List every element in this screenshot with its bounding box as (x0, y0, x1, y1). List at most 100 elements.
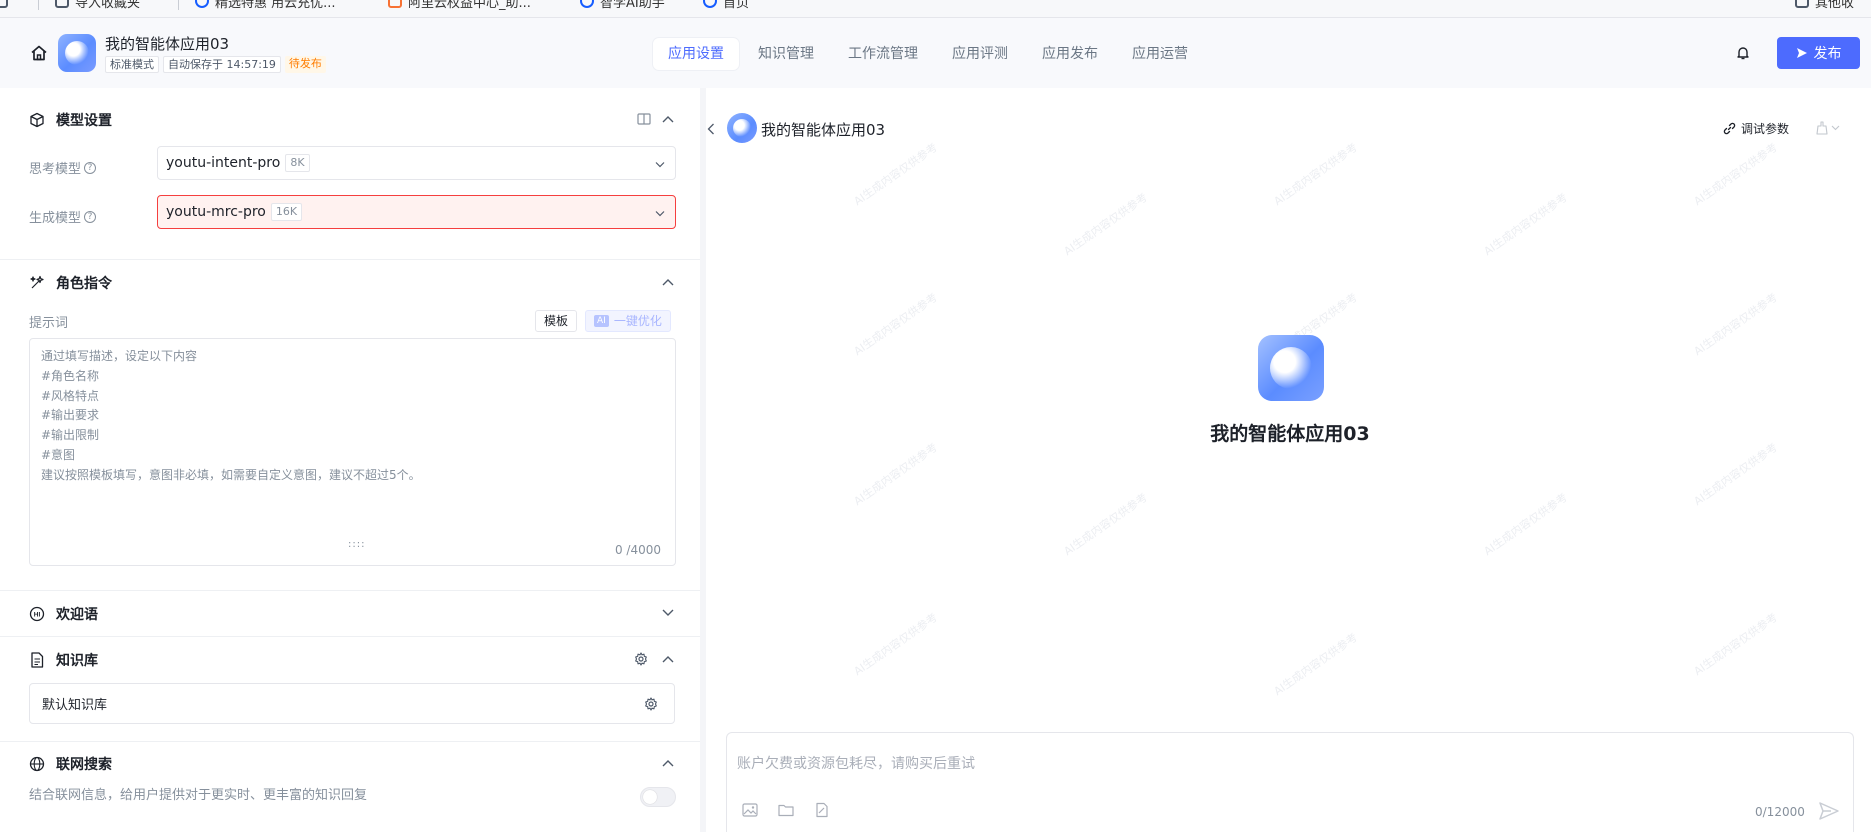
collapse-web-search[interactable] (660, 755, 676, 771)
home-icon (31, 45, 47, 61)
context-badge: 16K (270, 203, 303, 221)
input-char-counter: 0/12000 (1755, 805, 1805, 819)
divider (0, 741, 700, 742)
tab-app-publish[interactable]: 应用发布 (1027, 38, 1113, 70)
logo-swirl-icon (1270, 347, 1312, 389)
resize-handle-icon[interactable]: :::: (348, 539, 365, 550)
logo-swirl-icon (65, 41, 89, 65)
bookmarks-bar: 导入收藏夹 精选特惠 用云充优... 阿里云权益中心_助... 智学AI助手 首… (0, 0, 1871, 18)
other-bookmarks[interactable]: 其他收 (1795, 0, 1854, 11)
chevron-up-icon (662, 656, 674, 663)
aliyun-icon (388, 0, 402, 8)
doc-parse-button[interactable] (813, 802, 831, 818)
chevron-up-icon (662, 116, 674, 123)
broom-icon (1816, 121, 1828, 135)
context-badge: 8K (285, 154, 310, 172)
gear-icon (635, 652, 647, 666)
knowledge-settings-button[interactable] (633, 651, 649, 667)
gear-icon[interactable] (644, 697, 658, 715)
gen-model-select[interactable]: youtu-mrc-pro 16K (157, 195, 676, 229)
menu-icon (0, 0, 8, 8)
section-model-settings: 模型设置 (28, 110, 112, 130)
notification-button[interactable] (1734, 44, 1752, 62)
chevron-up-icon (662, 760, 674, 767)
divider (0, 590, 700, 591)
section-welcome[interactable]: HI 欢迎语 (28, 604, 98, 624)
think-model-select[interactable]: youtu-intent-pro 8K (157, 146, 676, 180)
globe-icon (28, 755, 46, 773)
status-tags: 标准模式 自动保存于 14:57:19 待发布 (105, 56, 326, 73)
section-web-search: 联网搜索 (28, 754, 112, 774)
ai-optimize-button[interactable]: AI 一键优化 (585, 310, 671, 332)
agent-name-heading: 我的智能体应用03 (1210, 423, 1370, 445)
chat-input[interactable]: 账户欠费或资源包耗尽，请购买后重试 0/12000 (726, 732, 1854, 832)
watermark: AI生成内容仅供参考 (1691, 610, 1780, 679)
prompt-textarea[interactable]: 通过填写描述，设定以下内容 #角色名称 #风格特点 #输出要求 #输出限制 #意… (29, 338, 676, 566)
bell-icon (1737, 47, 1749, 60)
tab-app-evaluation[interactable]: 应用评测 (937, 38, 1023, 70)
cloud-icon (195, 0, 209, 8)
divider (0, 636, 700, 637)
template-button[interactable]: 模板 (535, 310, 578, 332)
divider (0, 259, 700, 260)
bookmark-menu[interactable] (0, 0, 8, 10)
folder-icon (778, 804, 794, 817)
collapse-model-settings[interactable] (660, 111, 676, 127)
image-upload-button[interactable] (741, 802, 759, 818)
knowledge-base-item[interactable]: 默认知识库 (29, 683, 675, 724)
app-name: 我的智能体应用03 (105, 35, 230, 53)
web-search-toggle[interactable] (640, 787, 676, 807)
bookmark-item[interactable]: 智学AI助手 (580, 0, 665, 11)
prompt-placeholder: 通过填写描述，设定以下内容 #角色名称 #风格特点 #输出要求 #输出限制 #意… (41, 349, 421, 482)
clear-chat-button[interactable] (1816, 121, 1840, 135)
help-icon[interactable]: ? (84, 161, 97, 174)
document-icon (28, 651, 46, 669)
divider (38, 0, 39, 10)
tab-app-settings[interactable]: 应用设置 (653, 38, 739, 70)
file-upload-button[interactable] (777, 802, 795, 818)
help-icon[interactable]: ? (84, 210, 97, 223)
watermark: AI生成内容仅供参考 (1481, 190, 1570, 259)
tab-knowledge-management[interactable]: 知识管理 (743, 38, 829, 70)
chat-preview-panel: AI生成内容仅供参考 AI生成内容仅供参考 AI生成内容仅供参考 AI生成内容仅… (706, 96, 1871, 832)
main-nav: 应用设置 知识管理 工作流管理 应用评测 应用发布 应用运营 (653, 38, 1203, 70)
watermark: AI生成内容仅供参考 (1691, 140, 1780, 209)
tab-app-operation[interactable]: 应用运营 (1117, 38, 1203, 70)
image-icon (742, 803, 758, 817)
ai-icon: AI (594, 315, 609, 327)
bookmark-item[interactable]: 精选特惠 用云充优... (195, 0, 336, 11)
bookmark-item[interactable]: 导入收藏夹 (55, 0, 140, 11)
chevron-down-icon (655, 206, 665, 221)
tab-workflow-management[interactable]: 工作流管理 (833, 38, 933, 70)
layout-toggle-button[interactable] (636, 111, 652, 127)
watermark: AI生成内容仅供参考 (1061, 190, 1150, 259)
home-button[interactable] (28, 42, 50, 64)
chevron-left-icon (707, 123, 714, 135)
status-badge: 待发布 (284, 56, 326, 73)
agent-logo-large (1258, 335, 1324, 401)
char-counter: 0 /4000 (614, 543, 661, 557)
bookmark-item[interactable]: 首页 (703, 0, 749, 11)
chevron-down-icon (1831, 125, 1840, 131)
document-edit-icon (816, 802, 828, 818)
publish-button[interactable]: 发布 (1777, 37, 1860, 69)
bookmark-item[interactable]: 阿里云权益中心_助... (388, 0, 531, 11)
autosave-tag: 自动保存于 14:57:19 (163, 56, 281, 73)
logo-swirl-icon (733, 119, 751, 137)
watermark: AI生成内容仅供参考 (1271, 630, 1360, 699)
import-icon (55, 0, 69, 8)
svg-text:HI: HI (34, 612, 41, 619)
collapse-panel-button[interactable] (705, 121, 717, 137)
expand-welcome[interactable] (660, 605, 676, 621)
send-button[interactable] (1817, 799, 1841, 823)
watermark: AI生成内容仅供参考 (1481, 490, 1570, 559)
gen-model-label: 生成模型 ? (29, 207, 97, 226)
send-icon (1819, 802, 1839, 820)
app-header: 我的智能体应用03 标准模式 自动保存于 14:57:19 待发布 应用设置 知… (0, 18, 1871, 88)
prompt-label: 提示词 (29, 316, 69, 331)
collapse-knowledge[interactable] (660, 651, 676, 667)
cube-icon (28, 111, 46, 129)
ai-assistant-icon (580, 0, 594, 8)
collapse-role-instruction[interactable] (660, 274, 676, 290)
debug-params-button[interactable]: 调试参数 (1723, 120, 1789, 137)
